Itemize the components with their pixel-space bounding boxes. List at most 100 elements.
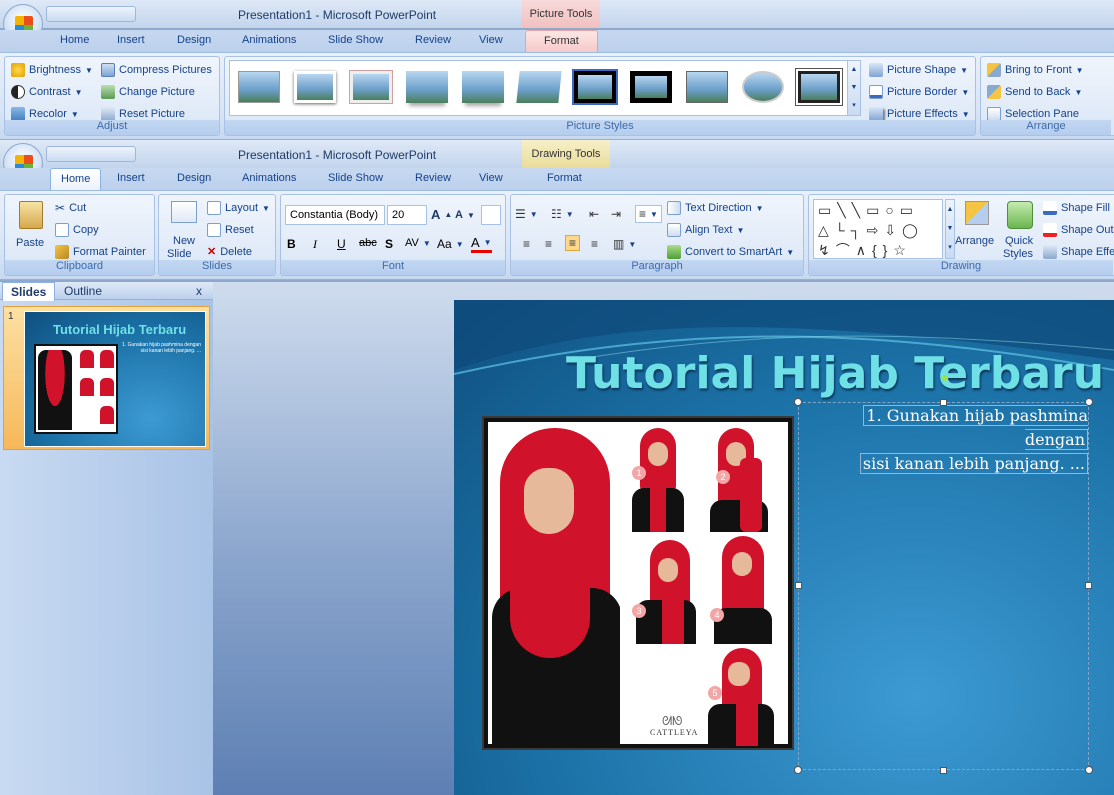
rotation-handle[interactable] (942, 375, 948, 381)
send-to-back-button[interactable]: Send to Back ▼ (987, 85, 1082, 99)
justify-button[interactable]: ≡ (591, 237, 598, 251)
bold-button[interactable]: B (287, 237, 296, 251)
slide-canvas[interactable]: Tutorial Hijab Terbaru 1 2 3 4 5 ᘛᘚ CATT… (454, 300, 1114, 795)
style-thumb[interactable] (238, 71, 280, 103)
align-text-button[interactable]: Align Text ▼ (667, 223, 744, 237)
tab-design[interactable]: Design (177, 34, 211, 46)
resize-handle[interactable] (940, 399, 947, 406)
resize-handle[interactable] (940, 767, 947, 774)
picture-styles-gallery[interactable] (229, 60, 861, 116)
underline-button[interactable]: U (337, 237, 346, 251)
style-thumb[interactable] (406, 71, 448, 103)
reset-button[interactable]: Reset (207, 223, 254, 237)
new-slide-button[interactable]: New Slide (165, 199, 201, 260)
resize-handle[interactable] (1085, 766, 1093, 774)
tab-picture-format[interactable]: Format (525, 30, 598, 52)
resize-handle[interactable] (795, 582, 802, 589)
style-thumb[interactable] (742, 71, 784, 103)
cut-button[interactable]: ✂ Cut (55, 201, 86, 215)
align-center-button[interactable]: ≡ (545, 237, 552, 251)
italic-button[interactable]: I (313, 237, 317, 252)
shapes-gallery[interactable]: ▭╲╲▭○▭ △└┐⇨⇩◯ ↯⌒∧{}☆ (813, 199, 943, 259)
bullet-line-2[interactable]: sisi kanan lebih panjang. ... (859, 453, 1088, 474)
style-thumb[interactable] (462, 71, 504, 103)
quick-access-toolbar[interactable] (46, 6, 136, 22)
tab-view[interactable]: View (479, 34, 503, 46)
tab-home-active[interactable]: Home (50, 168, 102, 192)
delete-button[interactable]: ✕ Delete (207, 245, 252, 259)
close-panel-icon[interactable]: x (196, 284, 202, 298)
tab-outline[interactable]: Outline (64, 284, 102, 298)
tab-design[interactable]: Design (177, 172, 211, 184)
tab-animations[interactable]: Animations (242, 172, 296, 184)
quick-styles-button[interactable]: Quick Styles (1003, 199, 1037, 261)
arrange-button[interactable]: Arrange (955, 199, 997, 257)
tab-insert[interactable]: Insert (117, 34, 145, 46)
resize-handle[interactable] (1085, 398, 1093, 406)
tab-insert[interactable]: Insert (117, 172, 145, 184)
format-painter-button[interactable]: Format Painter (55, 245, 146, 259)
slide-thumbnail-selected[interactable]: 1 Tutorial Hijab Terbaru 1. Gunakan hija… (3, 306, 210, 450)
quick-access-toolbar-2[interactable] (46, 146, 136, 162)
character-spacing-button[interactable]: AV ▼ (405, 237, 431, 249)
style-thumb[interactable] (350, 71, 392, 103)
style-thumb[interactable] (516, 71, 562, 103)
text-shadow-button[interactable]: S (385, 237, 393, 251)
shape-outline-button[interactable]: Shape Out (1043, 223, 1114, 237)
resize-handle[interactable] (794, 766, 802, 774)
bullets-button[interactable]: ☰ ▼ (515, 207, 538, 221)
align-right-button[interactable]: ≡ (565, 235, 581, 251)
tab-slide-show[interactable]: Slide Show (328, 172, 383, 184)
convert-smartart-button[interactable]: Convert to SmartArt ▼ (667, 245, 794, 259)
contrast-button[interactable]: Contrast ▼ (11, 85, 83, 99)
style-thumb[interactable] (630, 71, 672, 103)
tab-view[interactable]: View (479, 172, 503, 184)
tab-animations[interactable]: Animations (242, 34, 296, 46)
recolor-button[interactable]: Recolor ▼ (11, 107, 79, 121)
picture-effects-button[interactable]: Picture Effects ▼ (869, 107, 970, 121)
increase-indent-button[interactable]: ⇥ (611, 207, 621, 221)
tab-home[interactable]: Home (60, 34, 89, 46)
copy-button[interactable]: Copy (55, 223, 99, 237)
brightness-button[interactable]: Brightness ▼ (11, 63, 93, 77)
clear-formatting-button[interactable] (481, 205, 501, 225)
style-thumb[interactable] (572, 69, 618, 105)
change-picture-button[interactable]: Change Picture (101, 85, 195, 99)
hijab-tutorial-picture[interactable]: 1 2 3 4 5 ᘛᘚ CATTLEYA (482, 416, 794, 750)
layout-button[interactable]: Layout ▼ (207, 201, 270, 215)
font-color-button[interactable]: A ▼ (471, 235, 492, 253)
tab-slide-show[interactable]: Slide Show (328, 34, 383, 46)
decrease-indent-button[interactable]: ⇤ (589, 207, 599, 221)
text-direction-button[interactable]: Text Direction ▼ (667, 201, 764, 215)
align-left-button[interactable]: ≡ (523, 237, 530, 251)
resize-handle[interactable] (1085, 582, 1092, 589)
slide-title[interactable]: Tutorial Hijab Terbaru (566, 348, 1104, 399)
change-case-button[interactable]: Aa ▼ (437, 237, 464, 251)
selection-pane-button[interactable]: Selection Pane (987, 107, 1079, 121)
gallery-scroll[interactable]: ▲ ▼ ▾ (847, 60, 861, 116)
tab-review[interactable]: Review (415, 172, 451, 184)
grow-font-button[interactable]: A ▲ (431, 207, 452, 222)
reset-picture-button[interactable]: Reset Picture (101, 107, 185, 121)
bring-to-front-button[interactable]: Bring to Front ▼ (987, 63, 1084, 77)
paste-button[interactable]: Paste (13, 199, 49, 255)
style-thumb[interactable] (798, 71, 840, 103)
compress-pictures-button[interactable]: Compress Pictures (101, 63, 212, 77)
line-spacing-button[interactable]: ≡ ▼ (635, 205, 662, 223)
bullet-line-1[interactable]: 1. Gunakan hijab pashmina dengan (863, 405, 1088, 450)
resize-handle[interactable] (794, 398, 802, 406)
columns-button[interactable]: ▥ ▼ (613, 237, 636, 251)
bullet-text[interactable]: 1. Gunakan hijab pashmina dengan sisi ka… (808, 404, 1088, 476)
tab-review[interactable]: Review (415, 34, 451, 46)
strikethrough-button[interactable]: abc (359, 237, 377, 249)
tab-drawing-format[interactable]: Format (547, 172, 582, 184)
style-thumb[interactable] (686, 71, 728, 103)
picture-border-button[interactable]: Picture Border ▼ (869, 85, 969, 99)
numbering-button[interactable]: ☷ ▼ (551, 207, 574, 221)
picture-shape-button[interactable]: Picture Shape ▼ (869, 63, 968, 77)
font-size-select[interactable]: 20 (387, 205, 427, 225)
shrink-font-button[interactable]: A ▼ (455, 209, 475, 221)
shape-effects-button[interactable]: Shape Effe (1043, 245, 1114, 259)
shapes-scroll[interactable]: ▲ ▼ ▾ (945, 199, 955, 259)
shape-fill-button[interactable]: Shape Fill (1043, 201, 1110, 215)
